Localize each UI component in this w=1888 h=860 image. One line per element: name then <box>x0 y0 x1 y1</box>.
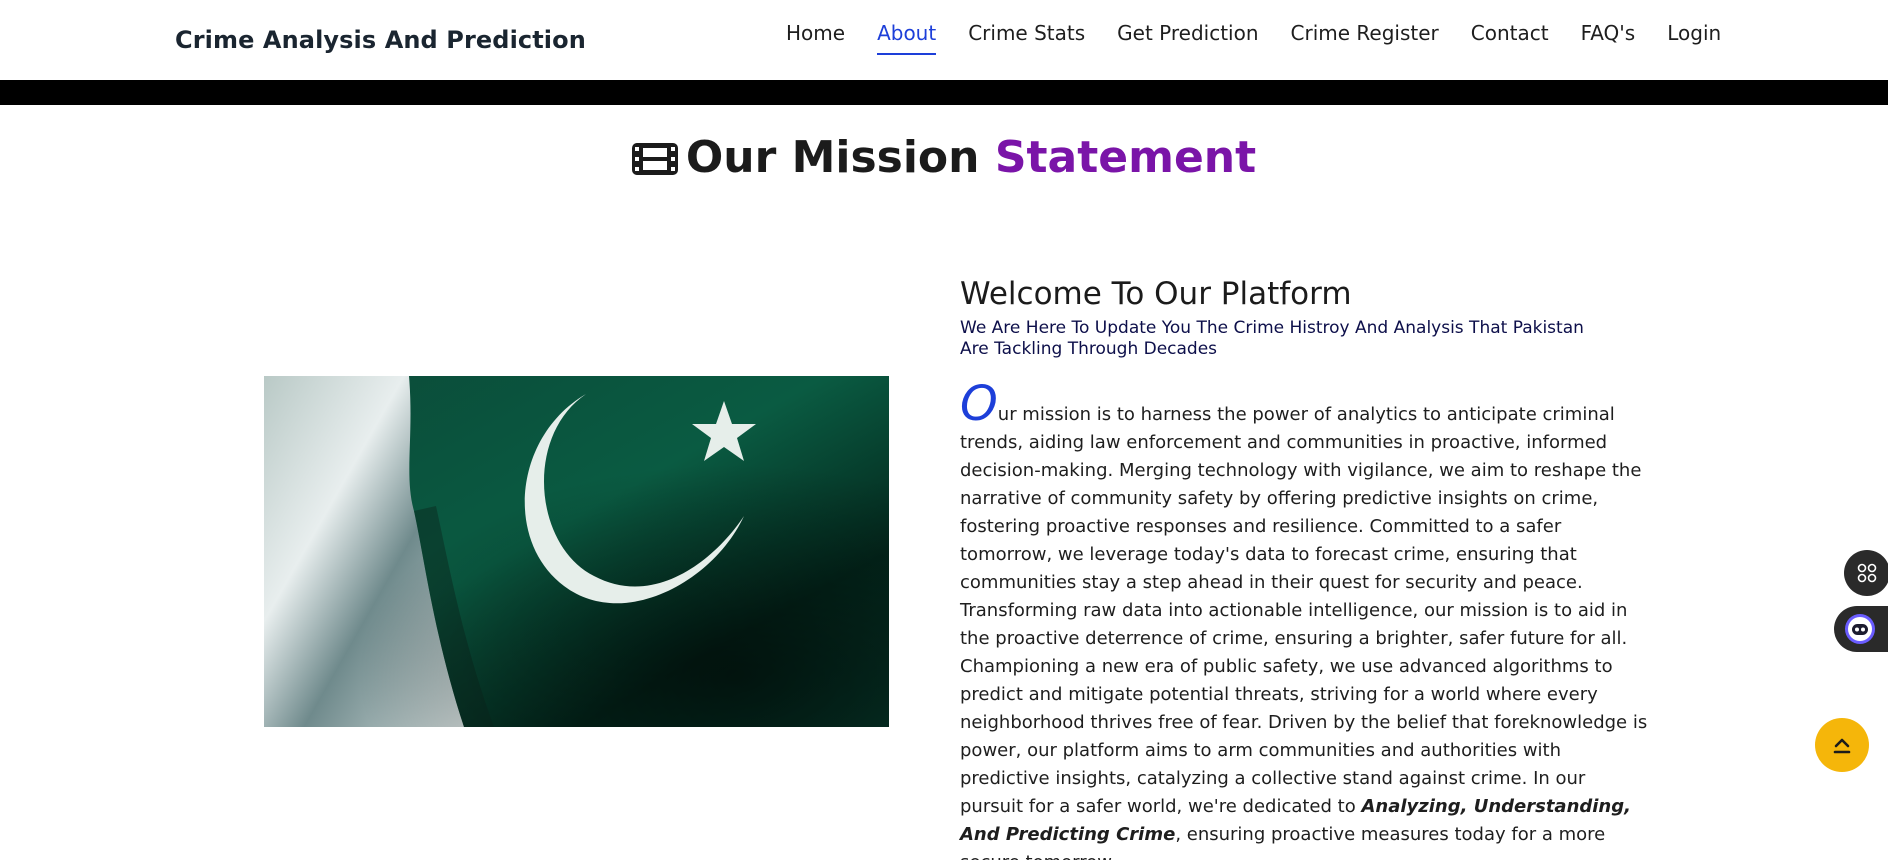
mission-heading-main: Our Mission <box>685 132 980 183</box>
mission-body-part1: ur mission is to harness the power of an… <box>960 404 1648 817</box>
nav-home[interactable]: Home <box>786 21 845 55</box>
navbar: Crime Analysis And Prediction Home About… <box>0 0 1888 80</box>
pakistan-flag-image <box>264 376 889 727</box>
header-divider-bar <box>0 80 1888 105</box>
mission-heading: Our Mission Statement <box>0 132 1888 183</box>
nav-contact[interactable]: Contact <box>1471 21 1549 55</box>
nav-get-prediction[interactable]: Get Prediction <box>1117 21 1258 55</box>
dropcap-letter: O <box>960 376 998 432</box>
flag-graphic <box>264 376 889 727</box>
welcome-subtitle: We Are Here To Update You The Crime Hist… <box>960 318 1584 359</box>
nav-login[interactable]: Login <box>1667 21 1721 55</box>
brand-title[interactable]: Crime Analysis And Prediction <box>175 26 586 54</box>
chevron-up-icon <box>1833 738 1851 754</box>
mission-paragraph: Our mission is to harness the power of a… <box>960 380 1650 860</box>
welcome-title: Welcome To Our Platform <box>960 276 1352 312</box>
nav-about[interactable]: About <box>877 21 937 55</box>
nav-crime-register[interactable]: Crime Register <box>1291 21 1439 55</box>
scroll-top-button[interactable] <box>1815 718 1869 772</box>
nav-links: Home About Crime Stats Get Prediction Cr… <box>786 21 1721 55</box>
mission-heading-accent: Statement <box>994 132 1257 183</box>
about-content: Welcome To Our Platform We Are Here To U… <box>960 276 1650 860</box>
apps-button[interactable] <box>1844 550 1888 596</box>
chatbot-button[interactable] <box>1834 606 1888 652</box>
apps-grid-icon <box>1857 563 1877 583</box>
film-icon <box>631 143 678 175</box>
chatbot-icon <box>1845 614 1875 644</box>
nav-crime-stats[interactable]: Crime Stats <box>968 21 1085 55</box>
nav-faqs[interactable]: FAQ's <box>1581 21 1636 55</box>
